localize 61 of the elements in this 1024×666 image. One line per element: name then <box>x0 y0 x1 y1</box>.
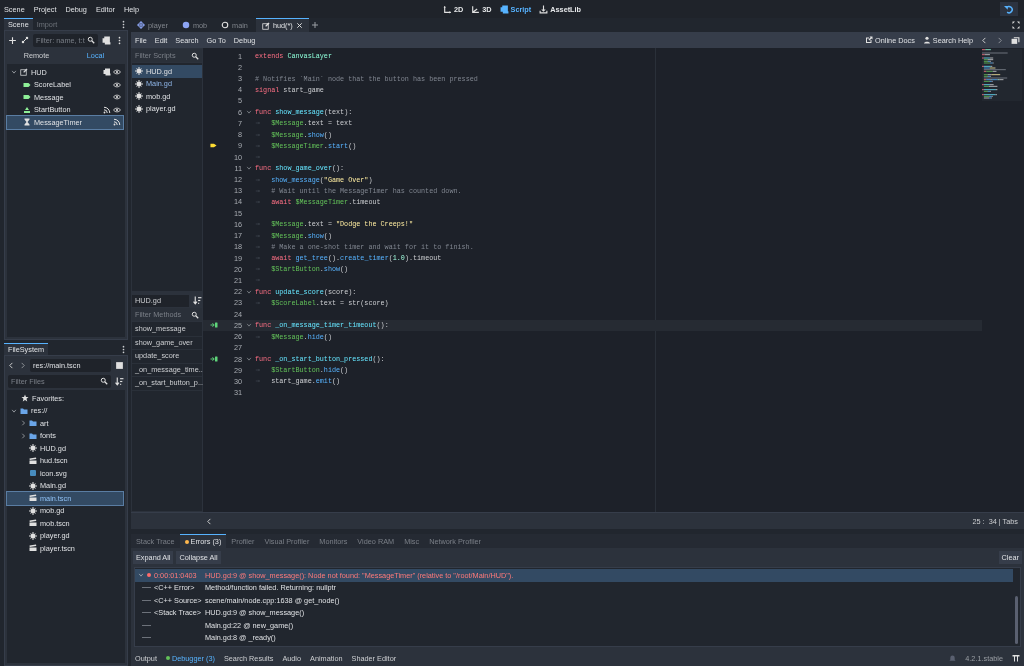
eye-icon[interactable] <box>113 93 121 102</box>
gear-icon <box>135 104 143 113</box>
clapperboard-icon <box>29 456 37 465</box>
eye-icon[interactable] <box>113 105 121 114</box>
search-icon <box>100 377 108 385</box>
layout-toggle-icon[interactable] <box>115 360 124 370</box>
attach-script-icon[interactable] <box>102 35 111 45</box>
add-tab-icon[interactable] <box>310 21 319 29</box>
pin-panel-icon[interactable] <box>1012 654 1020 662</box>
close-icon[interactable] <box>295 22 303 29</box>
fullscreen-icon[interactable] <box>1012 21 1020 29</box>
crosshair-icon <box>137 21 145 29</box>
canvas-layer-icon <box>261 21 270 30</box>
undo-button[interactable] <box>1000 2 1018 16</box>
signal-icon[interactable] <box>113 118 121 127</box>
sort-icon[interactable] <box>193 296 202 305</box>
eye-icon[interactable] <box>113 80 121 89</box>
scrollbar[interactable] <box>1015 596 1018 644</box>
download-icon <box>539 4 549 14</box>
axes-icon <box>442 4 452 14</box>
signal-connection-icon <box>209 321 218 330</box>
canvas-layer-icon <box>20 68 28 77</box>
add-icon[interactable] <box>8 35 17 45</box>
sort-icon[interactable] <box>115 376 124 386</box>
back-icon[interactable] <box>8 361 15 369</box>
hourglass-icon <box>23 118 31 127</box>
gear-icon <box>135 92 143 101</box>
search-icon <box>87 36 95 44</box>
gear-icon <box>29 531 37 540</box>
script-icon[interactable] <box>103 68 111 77</box>
forward-icon[interactable] <box>19 361 26 369</box>
search-icon <box>191 51 199 60</box>
clapperboard-icon <box>29 494 37 503</box>
eye-icon[interactable] <box>113 68 121 77</box>
forward-icon[interactable] <box>996 36 1003 44</box>
signal-connection-icon <box>209 355 218 363</box>
axes-icon <box>471 4 481 14</box>
execution-arrow-icon <box>210 142 217 150</box>
gear-icon <box>29 444 37 453</box>
signal-icon[interactable] <box>103 105 111 114</box>
search-icon <box>191 310 199 319</box>
minimap[interactable] <box>982 49 1022 101</box>
button-node-icon <box>23 105 31 114</box>
external-link-icon <box>865 36 874 44</box>
link-icon[interactable] <box>21 36 29 44</box>
back-icon[interactable] <box>981 36 988 44</box>
gear-icon <box>135 67 143 76</box>
toggle-panel-icon[interactable] <box>206 517 213 525</box>
gear-icon <box>29 481 37 490</box>
undo-icon <box>1004 4 1014 14</box>
script-icon <box>499 4 509 14</box>
image-file-icon <box>29 469 37 478</box>
window-icon[interactable] <box>1011 35 1020 45</box>
gear-icon <box>135 79 143 88</box>
globe-icon <box>181 21 190 29</box>
star-icon <box>21 394 29 403</box>
clapperboard-icon <box>29 519 37 528</box>
clapperboard-icon <box>29 544 37 553</box>
person-icon <box>922 36 931 44</box>
circle-node-icon <box>221 21 230 29</box>
gear-icon <box>29 506 37 515</box>
